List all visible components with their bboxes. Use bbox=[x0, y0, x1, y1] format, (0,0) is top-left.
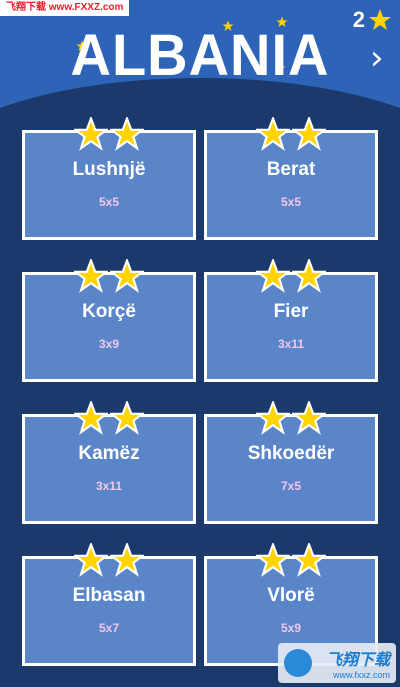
star-icon bbox=[256, 543, 290, 577]
level-card[interactable]: Elbasan 5x7 bbox=[22, 543, 196, 666]
level-size: 5x5 bbox=[280, 195, 302, 209]
level-card[interactable]: Korçë 3x9 bbox=[22, 259, 196, 382]
level-size: 7x5 bbox=[280, 479, 302, 493]
level-stars bbox=[74, 117, 144, 151]
level-name: Fier bbox=[273, 301, 309, 322]
level-size: 3x11 bbox=[277, 337, 305, 351]
star-icon bbox=[292, 259, 326, 293]
star-icon bbox=[74, 259, 108, 293]
star-icon bbox=[74, 401, 108, 435]
level-size: 3x11 bbox=[95, 479, 123, 493]
star-icon bbox=[292, 117, 326, 151]
level-size: 5x5 bbox=[98, 195, 120, 209]
star-icon bbox=[74, 117, 108, 151]
level-name: Elbasan bbox=[72, 585, 146, 606]
watermark-url: www.fxxz.com bbox=[332, 670, 390, 680]
level-name: Vlorë bbox=[267, 585, 315, 606]
star-icon bbox=[256, 401, 290, 435]
star-icon bbox=[110, 401, 144, 435]
level-name: Shkoedër bbox=[247, 443, 335, 464]
level-stars bbox=[256, 259, 326, 293]
star-icon bbox=[110, 259, 144, 293]
level-size: 5x7 bbox=[98, 621, 120, 635]
level-name: Kamëz bbox=[78, 443, 140, 464]
level-size: 5x9 bbox=[280, 621, 302, 635]
star-icon bbox=[256, 117, 290, 151]
level-card[interactable]: Fier 3x11 bbox=[204, 259, 378, 382]
star-icon bbox=[292, 543, 326, 577]
level-stars bbox=[256, 543, 326, 577]
level-stars bbox=[74, 401, 144, 435]
level-name: Berat bbox=[266, 159, 316, 180]
watermark-logo-icon bbox=[284, 649, 312, 677]
level-stars bbox=[256, 117, 326, 151]
star-icon bbox=[292, 401, 326, 435]
level-name: Lushnjë bbox=[72, 159, 146, 180]
level-card[interactable]: Shkoedër 7x5 bbox=[204, 401, 378, 524]
star-icon bbox=[74, 543, 108, 577]
watermark-bottom: 飞翔下载 www.fxxz.com bbox=[278, 643, 396, 683]
watermark-title: 飞翔下载 bbox=[325, 652, 390, 669]
level-size: 3x9 bbox=[98, 337, 120, 351]
level-stars bbox=[256, 401, 326, 435]
level-card[interactable]: Kamëz 3x11 bbox=[22, 401, 196, 524]
star-icon bbox=[110, 543, 144, 577]
level-card[interactable]: Lushnjë 5x5 bbox=[22, 117, 196, 240]
level-card[interactable]: Berat 5x5 bbox=[204, 117, 378, 240]
level-grid: Lushnjë 5x5 Berat 5x5 Korçë 3x9 Fier 3x1… bbox=[0, 0, 400, 687]
star-icon bbox=[110, 117, 144, 151]
level-name: Korçë bbox=[82, 301, 136, 322]
level-stars bbox=[74, 543, 144, 577]
level-stars bbox=[74, 259, 144, 293]
star-icon bbox=[256, 259, 290, 293]
